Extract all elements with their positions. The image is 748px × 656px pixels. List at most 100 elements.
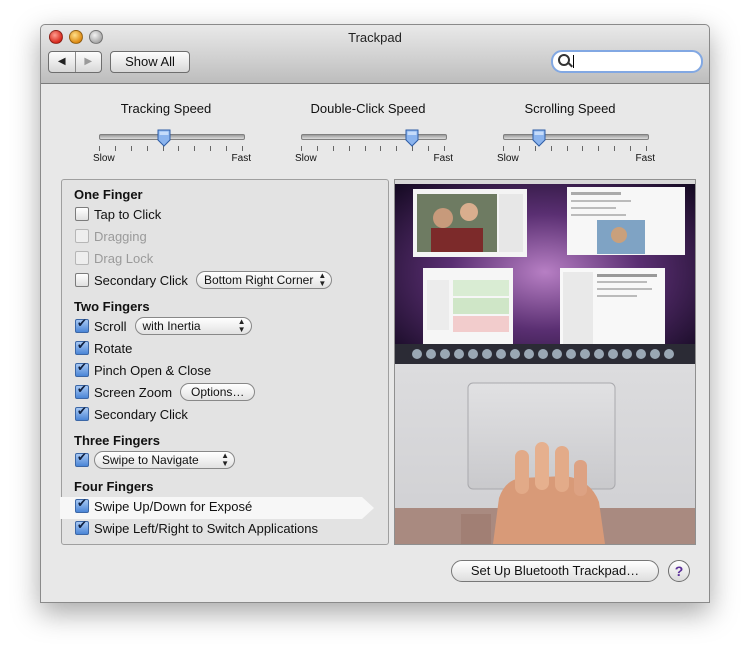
one-finger-secondary-click-label: Secondary Click — [94, 272, 188, 288]
setup-bluetooth-trackpad-button[interactable]: Set Up Bluetooth Trackpad… — [451, 560, 659, 582]
tap-to-click-label: Tap to Click — [94, 206, 162, 222]
slider-tick — [550, 146, 552, 151]
search-icon — [558, 54, 570, 66]
two-fingers-heading: Two Fingers — [74, 299, 150, 314]
pinch-label: Pinch Open & Close — [94, 362, 212, 378]
rotate-row[interactable]: Rotate — [75, 338, 132, 358]
back-button[interactable]: ◀ — [49, 52, 75, 72]
slider-tick — [348, 146, 350, 151]
four-fingers-heading: Four Fingers — [74, 479, 154, 494]
slider-ticks — [301, 146, 445, 151]
slider-tick — [226, 146, 228, 151]
slider-ticks — [99, 146, 243, 151]
slider-max-label: Fast — [231, 153, 251, 164]
expose-preview-illustration — [395, 180, 695, 544]
slider-thumb[interactable] — [405, 129, 419, 147]
slider-label: Tracking Speed — [120, 101, 212, 116]
screen-zoom-label: Screen Zoom — [94, 384, 173, 400]
scroll-row[interactable]: Scroll with Inertia ▲▼ — [75, 316, 252, 336]
window-title: Trackpad — [348, 30, 402, 45]
popup-value: Bottom Right Corner — [203, 273, 314, 287]
show-all-button[interactable]: Show All — [110, 51, 190, 73]
slider-tick — [178, 146, 180, 151]
slider-label: Scrolling Speed — [524, 101, 616, 116]
swipe-updown-label: Swipe Up/Down for Exposé — [94, 498, 253, 514]
search-field[interactable] — [551, 50, 703, 73]
slider-tick — [566, 146, 568, 151]
screen-zoom-row[interactable]: Screen Zoom Options… — [75, 382, 256, 402]
chevron-updown-icon: ▲ ▼ — [318, 271, 327, 288]
drag-lock-row: Drag Lock — [75, 248, 153, 268]
preferences-window: Trackpad ◀ ▶ Show All Tracking Speed Slo… — [40, 24, 710, 603]
double-click-speed-slider[interactable]: Double-Click Speed Slow Fast — [288, 101, 453, 171]
scrolling-speed-slider[interactable]: Scrolling Speed Slow Fast — [490, 101, 655, 171]
forward-button[interactable]: ▶ — [74, 52, 102, 72]
slider-track[interactable] — [99, 134, 245, 140]
scroll-label: Scroll — [94, 318, 127, 334]
slider-tick — [332, 146, 334, 151]
slider-tick — [646, 146, 647, 151]
slider-tick — [130, 146, 132, 151]
dragging-label: Dragging — [94, 228, 147, 244]
slider-tick — [518, 146, 520, 151]
pinch-row[interactable]: Pinch Open & Close — [75, 360, 211, 380]
slider-tick — [210, 146, 212, 151]
dragging-row: Dragging — [75, 226, 147, 246]
popup-value: with Inertia — [142, 319, 201, 333]
slider-max-label: Fast — [635, 153, 655, 164]
slider-tick — [380, 146, 382, 151]
three-finger-swipe-checkbox[interactable] — [75, 450, 89, 467]
slider-thumb[interactable] — [157, 129, 171, 147]
slider-tick — [396, 146, 398, 151]
slider-label: Double-Click Speed — [310, 101, 426, 116]
tracking-speed-slider[interactable]: Tracking Speed Slow Fast — [86, 101, 251, 171]
zoom-options-button[interactable]: Options… — [180, 383, 256, 401]
secondary-click-corner-popup[interactable]: Bottom Right Corner ▲ ▼ — [195, 271, 333, 289]
two-finger-secondary-click-checkbox[interactable] — [75, 404, 89, 421]
slider-tick — [582, 146, 584, 151]
slider-tick — [444, 146, 445, 151]
slider-ticks — [503, 146, 647, 151]
rotate-checkbox[interactable] — [75, 338, 89, 355]
two-finger-secondary-click-row[interactable]: Secondary Click — [75, 404, 188, 424]
pinch-checkbox[interactable] — [75, 360, 89, 377]
screen-zoom-checkbox[interactable] — [75, 382, 89, 399]
three-finger-swipe-row[interactable]: Swipe to Navigate ▲▼ — [75, 450, 235, 470]
slider-tick — [598, 146, 600, 151]
drag-lock-checkbox — [75, 251, 89, 265]
slider-tick — [194, 146, 196, 151]
slider-tick — [503, 146, 504, 151]
one-finger-secondary-click-checkbox[interactable] — [75, 273, 89, 287]
swipe-updown-checkbox[interactable] — [75, 496, 89, 513]
gesture-preview-video — [394, 179, 696, 545]
three-fingers-heading: Three Fingers — [74, 433, 160, 448]
text-caret — [573, 55, 574, 68]
slider-min-label: Slow — [497, 153, 519, 164]
drag-lock-label: Drag Lock — [94, 250, 154, 266]
slider-thumb[interactable] — [532, 129, 546, 147]
swipe-navigate-popup[interactable]: Swipe to Navigate ▲ ▼ — [94, 451, 235, 469]
scroll-checkbox[interactable] — [75, 316, 89, 333]
slider-track[interactable] — [503, 134, 649, 140]
popup-value: Swipe to Navigate — [102, 453, 199, 467]
slider-tick — [630, 146, 632, 151]
tap-to-click-checkbox[interactable] — [75, 207, 89, 221]
slider-tick — [364, 146, 366, 151]
tap-to-click-row[interactable]: Tap to Click — [75, 204, 161, 224]
slider-track[interactable] — [301, 134, 447, 140]
swipe-leftright-checkbox[interactable] — [75, 518, 89, 535]
slider-min-label: Slow — [93, 153, 115, 164]
slider-max-label: Fast — [433, 153, 453, 164]
scroll-inertia-popup[interactable]: with Inertia ▲ ▼ — [134, 317, 252, 335]
one-finger-secondary-click-row[interactable]: Secondary Click Bottom Right Corner ▲ ▼ — [75, 270, 333, 290]
slider-tick — [316, 146, 318, 151]
slider-min-label: Slow — [295, 153, 317, 164]
slider-tick — [614, 146, 616, 151]
rotate-label: Rotate — [94, 340, 133, 356]
swipe-leftright-label: Swipe Left/Right to Switch Applications — [94, 520, 319, 536]
swipe-updown-row[interactable]: Swipe Up/Down for Exposé — [75, 496, 252, 516]
slider-tick — [99, 146, 100, 151]
swipe-leftright-row[interactable]: Swipe Left/Right to Switch Applications — [75, 518, 318, 538]
help-button[interactable]: ? — [668, 560, 690, 582]
dragging-checkbox — [75, 229, 89, 243]
